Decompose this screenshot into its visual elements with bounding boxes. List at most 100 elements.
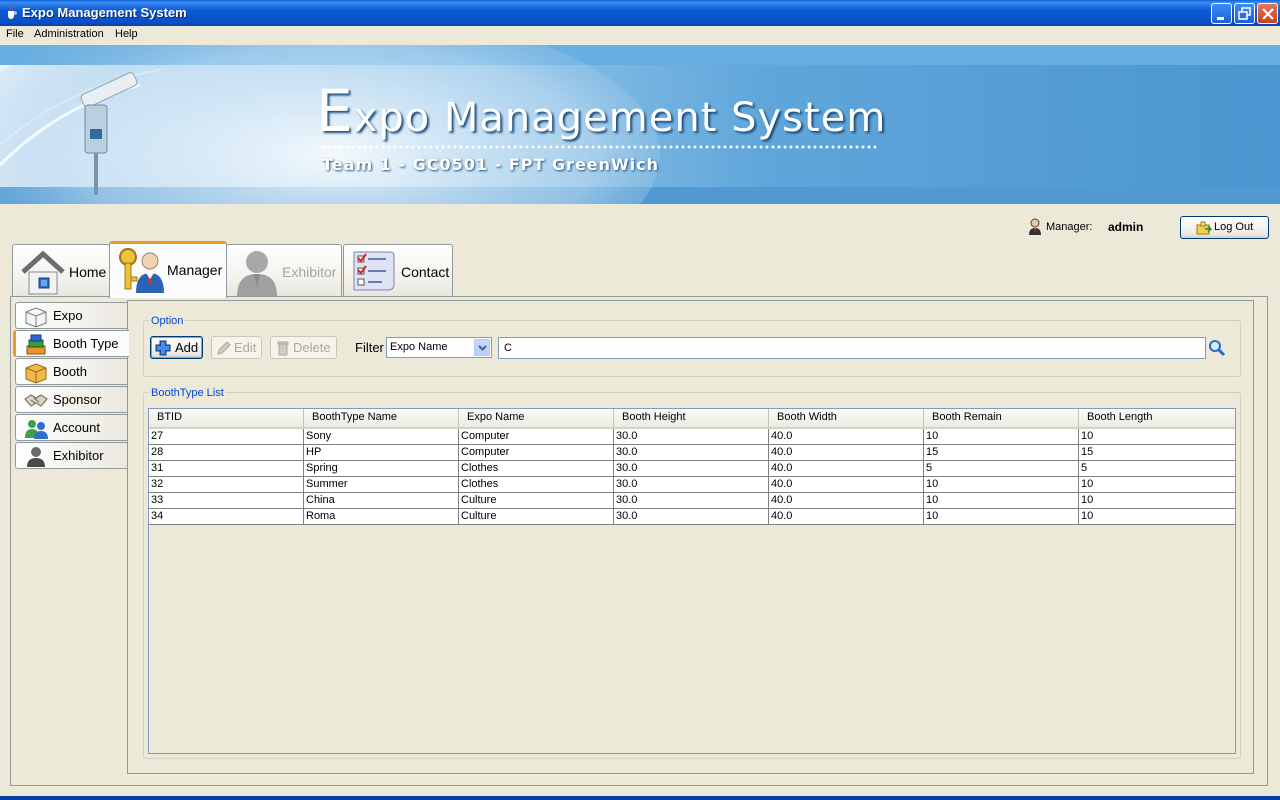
table-cell: 40.0 bbox=[769, 445, 924, 460]
search-input[interactable]: C bbox=[498, 337, 1206, 359]
table-cell: China bbox=[304, 493, 459, 508]
menu-bar: File Administration Help bbox=[0, 26, 1280, 44]
table-row[interactable]: 31 Spring Clothes 30.0 40.0 5 5 bbox=[149, 461, 1235, 477]
side-tab-sponsor[interactable]: Sponsor bbox=[15, 386, 128, 413]
table-row[interactable]: 33 China Culture 30.0 40.0 10 10 bbox=[149, 493, 1235, 509]
table-cell: 10 bbox=[924, 429, 1079, 444]
table-cell: 40.0 bbox=[769, 509, 924, 524]
table-cell: 10 bbox=[1079, 429, 1235, 444]
logout-door-icon bbox=[1196, 221, 1212, 235]
java-cup-icon bbox=[8, 6, 17, 19]
side-tab-account[interactable]: Account bbox=[15, 414, 128, 441]
table-cell: 15 bbox=[1079, 445, 1235, 460]
contact-checklist-icon bbox=[353, 251, 395, 291]
table-cell: Clothes bbox=[459, 477, 614, 492]
home-icon bbox=[21, 250, 65, 295]
table-cell: Clothes bbox=[459, 461, 614, 476]
tab-manager-label: Manager bbox=[167, 262, 223, 278]
restore-button[interactable] bbox=[1234, 3, 1255, 24]
menu-file[interactable]: File bbox=[6, 28, 24, 40]
table-cell: Culture bbox=[459, 493, 614, 508]
filter-select-arrow[interactable] bbox=[474, 339, 490, 356]
chevron-down-icon bbox=[478, 345, 487, 351]
table-row[interactable]: 28 HP Computer 30.0 40.0 15 15 bbox=[149, 445, 1235, 461]
tab-contact[interactable]: Contact bbox=[343, 244, 453, 297]
table-row[interactable]: 34 Roma Culture 30.0 40.0 10 10 bbox=[149, 509, 1235, 525]
table-cell: Sony bbox=[304, 429, 459, 444]
table-cell: 30.0 bbox=[614, 509, 769, 524]
side-tab-exhibitor[interactable]: Exhibitor bbox=[15, 442, 128, 469]
exhibitor-person-icon bbox=[237, 251, 277, 296]
side-tab-sponsor-label: Sponsor bbox=[53, 392, 102, 407]
box-icon bbox=[25, 363, 47, 384]
booth-type-list-title: BoothType List bbox=[149, 387, 226, 399]
table-cell: 15 bbox=[924, 445, 1079, 460]
trash-icon bbox=[277, 341, 289, 356]
column-header-booth-width[interactable]: Booth Width bbox=[769, 409, 924, 427]
manager-label: Manager: bbox=[1046, 221, 1093, 233]
side-tab-account-label: Account bbox=[53, 420, 100, 435]
close-button[interactable] bbox=[1257, 3, 1278, 24]
side-tab-booth[interactable]: Booth bbox=[15, 358, 128, 385]
filter-select[interactable]: Expo Name bbox=[386, 337, 492, 358]
minimize-button[interactable] bbox=[1211, 3, 1232, 24]
table-cell: 30.0 bbox=[614, 445, 769, 460]
restore-icon bbox=[1238, 7, 1251, 20]
menu-help[interactable]: Help bbox=[115, 28, 138, 40]
table-row[interactable]: 27 Sony Computer 30.0 40.0 10 10 bbox=[149, 429, 1235, 445]
side-tab-booth-type[interactable]: Booth Type bbox=[13, 330, 129, 357]
table-cell: Spring bbox=[304, 461, 459, 476]
manager-key-icon bbox=[119, 248, 164, 293]
table-cell: 40.0 bbox=[769, 477, 924, 492]
table-cell: 27 bbox=[149, 429, 304, 444]
manager-name: admin bbox=[1108, 220, 1144, 234]
column-header-booth-remain[interactable]: Booth Remain bbox=[924, 409, 1079, 427]
table-cell: 10 bbox=[924, 493, 1079, 508]
handshake-icon bbox=[24, 394, 48, 407]
table-cell: 32 bbox=[149, 477, 304, 492]
delete-button[interactable]: Delete bbox=[270, 336, 337, 359]
column-header-boothtype-name[interactable]: BoothType Name bbox=[304, 409, 459, 427]
table-cell: 5 bbox=[924, 461, 1079, 476]
booth-type-table[interactable]: BTID BoothType Name Expo Name Booth Heig… bbox=[148, 408, 1236, 754]
side-tab-booth-type-label: Booth Type bbox=[53, 336, 119, 351]
table-cell: 10 bbox=[924, 509, 1079, 524]
table-cell: 30.0 bbox=[614, 461, 769, 476]
add-button[interactable]: Add bbox=[150, 336, 203, 359]
edit-button[interactable]: Edit bbox=[211, 336, 262, 359]
menu-administration[interactable]: Administration bbox=[34, 28, 104, 40]
tab-home-label: Home bbox=[69, 264, 107, 280]
tab-exhibitor[interactable]: Exhibitor bbox=[226, 244, 342, 297]
side-tab-expo[interactable]: Expo bbox=[15, 302, 128, 329]
table-cell: 10 bbox=[1079, 509, 1235, 524]
table-cell: 10 bbox=[1079, 477, 1235, 492]
manager-user-icon bbox=[1029, 218, 1041, 235]
tab-home[interactable]: Home bbox=[12, 244, 110, 297]
tab-manager[interactable]: Manager bbox=[109, 241, 227, 298]
side-tab-exhibitor-label: Exhibitor bbox=[53, 448, 104, 463]
column-header-btid[interactable]: BTID bbox=[149, 409, 304, 427]
table-cell: 28 bbox=[149, 445, 304, 460]
table-row[interactable]: 32 Summer Clothes 30.0 40.0 10 10 bbox=[149, 477, 1235, 493]
table-cell: 10 bbox=[1079, 493, 1235, 508]
table-cell: 40.0 bbox=[769, 429, 924, 444]
column-header-booth-length[interactable]: Booth Length bbox=[1079, 409, 1235, 427]
banner-title: Expo Management System bbox=[316, 77, 887, 145]
logout-button[interactable]: Log Out bbox=[1180, 216, 1269, 239]
table-cell: Roma bbox=[304, 509, 459, 524]
close-icon bbox=[1262, 8, 1274, 20]
search-icon[interactable] bbox=[1208, 339, 1226, 357]
table-cell: 33 bbox=[149, 493, 304, 508]
option-group-title: Option bbox=[149, 315, 186, 327]
table-cell: 30.0 bbox=[614, 493, 769, 508]
column-header-expo-name[interactable]: Expo Name bbox=[459, 409, 614, 427]
tab-exhibitor-label: Exhibitor bbox=[282, 264, 337, 280]
column-header-booth-height[interactable]: Booth Height bbox=[614, 409, 769, 427]
table-body: 27 Sony Computer 30.0 40.0 10 10 28 HP Computer 30… bbox=[149, 429, 1235, 525]
window-titlebar: Expo Management System bbox=[0, 0, 1280, 26]
table-cell: Culture bbox=[459, 509, 614, 524]
pencil-icon bbox=[217, 341, 231, 355]
stacked-blocks-icon bbox=[26, 334, 46, 355]
window-bottom-border bbox=[0, 796, 1280, 800]
table-cell: HP bbox=[304, 445, 459, 460]
